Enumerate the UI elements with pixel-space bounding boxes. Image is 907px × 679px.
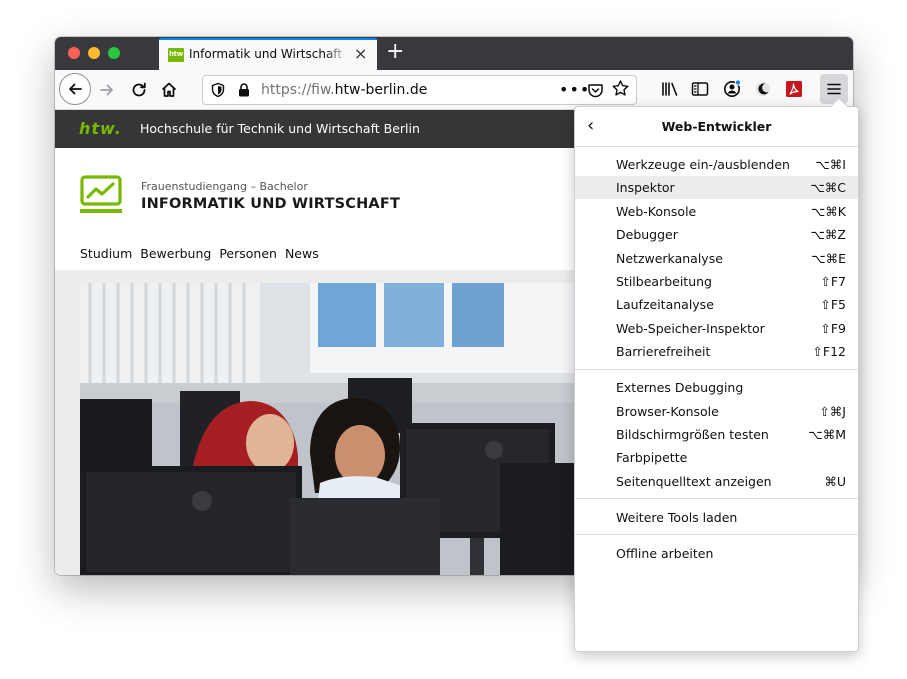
menu-item-browser-konsole[interactable]: Browser-Konsole ⇧⌘J [575,400,858,423]
pdf-extension-icon[interactable] [783,78,805,100]
menu-item-label: Barrierefreiheit [616,344,711,360]
menu-item-shortcut: ⇧F7 [820,274,846,289]
htw-logo[interactable]: htw. [79,119,122,138]
menu-item-label: Laufzeitanalyse [616,297,714,313]
menu-item-barrierefreiheit[interactable]: Barrierefreiheit ⇧F12 [575,340,858,363]
home-icon [161,82,177,97]
lock-icon[interactable] [236,82,252,98]
menu-separator [575,498,858,500]
reload-button[interactable] [127,78,151,102]
nav-link-bewerbung[interactable]: Bewerbung [140,246,211,261]
dark-mode-extension-icon[interactable] [752,78,774,100]
menu-item-shortcut: ⇧F5 [820,297,846,313]
hero-photo-students-at-computers [80,283,600,575]
menu-item-label: Farbpipette [616,450,688,466]
forward-arrow-icon [100,84,113,96]
tab-title: Informatik und Wirtschaft – Frauenstudie… [189,47,349,61]
pocket-icon[interactable] [587,82,604,99]
menu-item-label: Netzwerkanalyse [616,250,723,266]
home-button[interactable] [157,78,181,102]
favicon-text: htw [169,50,183,58]
menu-item-netzwerkanalyse[interactable]: Netzwerkanalyse ⌥⌘E [575,247,858,270]
menu-item-label: Web-Konsole [616,203,697,219]
menu-item-externes-debugging[interactable]: Externes Debugging [575,376,858,399]
menu-item-web-speicher-inspektor[interactable]: Web-Speicher-Inspektor ⇧F9 [575,317,858,340]
hamburger-menu-button[interactable] [820,74,848,104]
web-developer-menu-panel: ‹ Web-Entwickler Werkzeuge ein-/ausblend… [574,97,859,652]
fiw-chart-logo-icon[interactable] [80,175,124,215]
menu-item-label: Web-Speicher-Inspektor [616,320,765,336]
site-navigation: Studium Bewerbung Personen News [80,246,319,261]
menu-item-label: Offline arbeiten [616,545,714,561]
menu-item-shortcut: ⌥⌘E [811,250,846,266]
menu-item-label: Stilbearbeitung [616,274,712,289]
new-tab-button[interactable]: + [386,40,404,64]
menu-item-shortcut: ⌘U [824,473,846,489]
reload-icon [132,82,146,97]
menu-item-laufzeitanalyse[interactable]: Laufzeitanalyse ⇧F5 [575,293,858,316]
menu-item-werkzeuge-ein-ausblenden[interactable]: Werkzeuge ein-/ausblenden ⌥⌘I [575,153,858,176]
menu-item-shortcut: ⌥⌘Z [810,227,846,243]
tracking-protection-shield-icon[interactable] [210,82,226,98]
sidebar-icon[interactable] [689,78,711,100]
program-subtitle: Frauenstudiengang – Bachelor [141,180,308,193]
hamburger-menu-icon [827,83,841,95]
menu-item-shortcut: ⌥⌘C [810,180,846,196]
menu-item-bildschirmgrößen-testen[interactable]: Bildschirmgrößen testen ⌥⌘M [575,423,858,446]
url-prefix: https://fiw. [261,82,335,98]
menu-item-weitere-tools-laden[interactable]: Weitere Tools laden [575,506,858,529]
maximize-window-button[interactable] [108,47,120,59]
bookmark-star-icon[interactable] [611,79,630,98]
university-name[interactable]: Hochschule für Technik und Wirtschaft Be… [140,121,420,136]
menu-item-label: Browser-Konsole [616,403,719,419]
menu-item-label: Weitere Tools laden [616,509,738,525]
menu-item-farbpipette[interactable]: Farbpipette [575,446,858,469]
panel-header: ‹ Web-Entwickler [575,107,858,147]
menu-item-shortcut: ⇧F9 [820,320,846,336]
url-text[interactable]: https://fiw.htw-berlin.de [261,82,427,98]
back-arrow-icon [69,83,82,95]
nav-link-studium[interactable]: Studium [80,246,132,261]
menu-item-web-konsole[interactable]: Web-Konsole ⌥⌘K [575,200,858,223]
htw-favicon-icon: htw [168,48,184,62]
menu-item-label: Werkzeuge ein-/ausblenden [616,157,790,172]
menu-item-stilbearbeitung[interactable]: Stilbearbeitung ⇧F7 [575,270,858,293]
url-domain: htw-berlin.de [334,82,428,98]
menu-item-label: Externes Debugging [616,380,744,396]
url-bar[interactable]: https://fiw.htw-berlin.de ••• [202,75,637,105]
menu-item-seitenquelltext-anzeigen[interactable]: Seitenquelltext anzeigen ⌘U [575,470,858,493]
menu-item-shortcut: ⌥⌘K [810,203,846,219]
menu-item-label: Inspektor [616,180,675,196]
page-actions-icon[interactable]: ••• [559,80,590,99]
menu-item-shortcut: ⇧⌘J [819,403,846,419]
tab-active[interactable]: htw Informatik und Wirtschaft – Frauenst… [159,38,377,70]
account-icon[interactable] [721,78,743,100]
menu-separator [575,534,858,536]
program-title[interactable]: INFORMATIK UND WIRTSCHAFT [141,196,400,212]
menu-item-label: Seitenquelltext anzeigen [616,473,772,489]
nav-link-news[interactable]: News [285,246,319,261]
tab-bar: htw Informatik und Wirtschaft – Frauenst… [55,37,853,70]
forward-button[interactable] [95,78,119,102]
tab-close-icon[interactable]: × [354,45,367,63]
menu-item-offline-arbeiten[interactable]: Offline arbeiten [575,542,858,565]
minimize-window-button[interactable] [88,47,100,59]
menu-item-shortcut: ⌥⌘I [815,157,846,172]
navigation-toolbar: https://fiw.htw-berlin.de ••• [55,70,853,110]
menu-item-inspektor[interactable]: Inspektor ⌥⌘C [575,176,858,200]
back-button[interactable] [59,73,91,105]
library-icon[interactable] [659,78,681,100]
menu-item-debugger[interactable]: Debugger ⌥⌘Z [575,223,858,246]
menu-item-label: Bildschirmgrößen testen [616,427,769,442]
close-window-button[interactable] [68,47,80,59]
menu-item-shortcut: ⌥⌘M [808,427,846,442]
menu-item-label: Debugger [616,227,678,243]
panel-title: Web-Entwickler [661,119,772,134]
menu-item-shortcut: ⇧F12 [812,344,846,360]
menu-separator [575,368,858,370]
nav-link-personen[interactable]: Personen [219,246,277,261]
